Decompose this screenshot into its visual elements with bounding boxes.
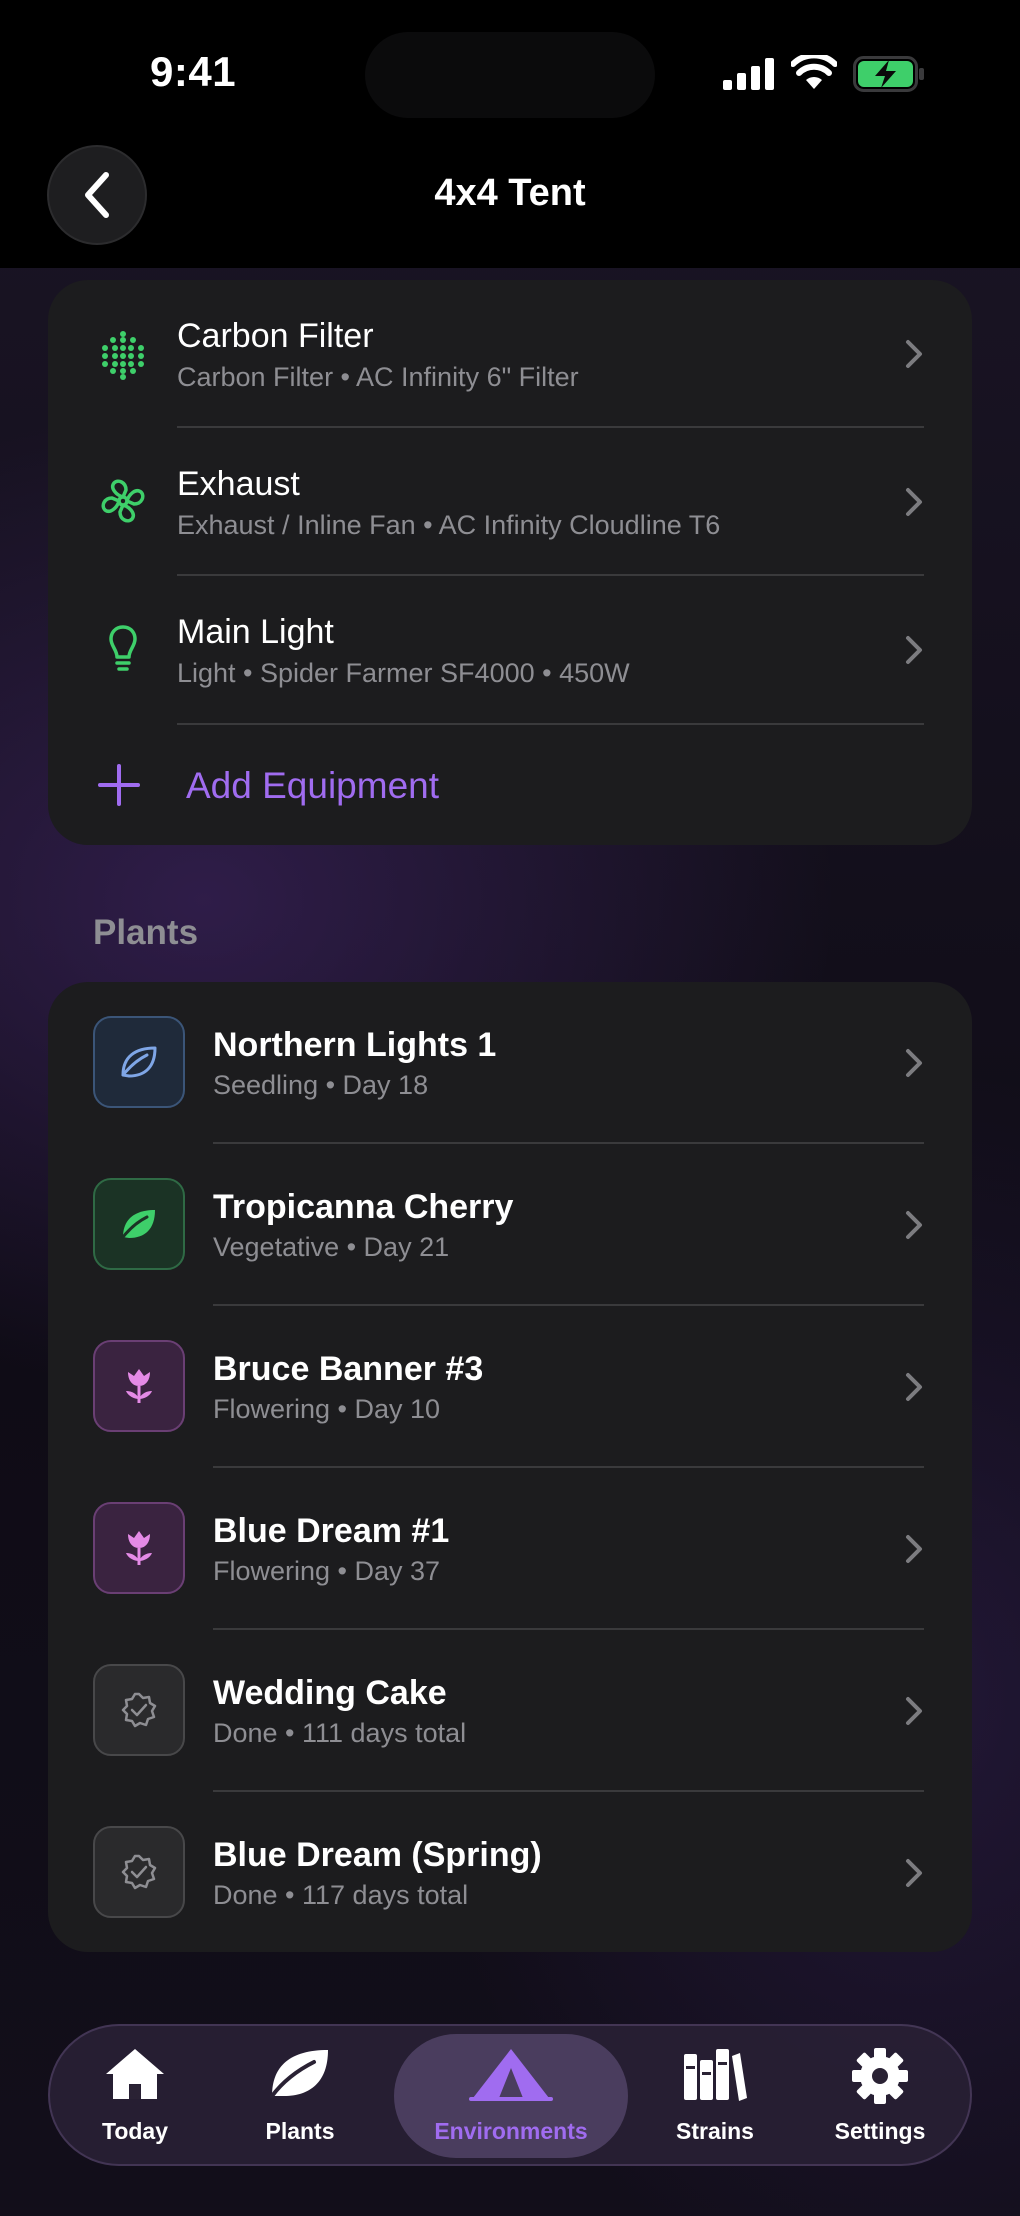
chevron-right-icon — [906, 1373, 922, 1401]
chevron-right-icon — [906, 1535, 922, 1563]
plant-row[interactable]: Tropicanna Cherry Vegetative • Day 21 — [48, 1144, 972, 1306]
plants-card: Northern Lights 1 Seedling • Day 18 Trop… — [48, 982, 972, 1952]
plant-name: Blue Dream #1 — [213, 1512, 450, 1550]
plant-row[interactable]: Wedding Cake Done • 111 days total — [48, 1630, 972, 1792]
chevron-right-icon — [906, 488, 922, 516]
house-icon — [106, 2049, 164, 2099]
top-bar: 9:41 4x4 Tent — [0, 0, 1020, 268]
tab-strains[interactable]: Strains — [640, 2026, 790, 2164]
plant-name: Northern Lights 1 — [213, 1026, 497, 1064]
equipment-title: Exhaust — [177, 465, 300, 503]
tab-settings[interactable]: Settings — [795, 2026, 965, 2164]
carbon-filter-icon — [102, 331, 144, 380]
tent-icon — [469, 2049, 553, 2101]
equipment-row[interactable]: Exhaust Exhaust / Inline Fan • AC Infini… — [48, 428, 972, 576]
cellular-signal-icon — [723, 58, 774, 90]
plants-section-header: Plants — [93, 913, 199, 952]
flower-icon — [126, 1369, 152, 1403]
plus-icon — [98, 764, 140, 806]
plant-status: Seedling • Day 18 — [213, 1070, 429, 1100]
plant-status: Done • 111 days total — [213, 1718, 467, 1748]
plant-status: Vegetative • Day 21 — [213, 1232, 450, 1262]
fan-icon — [101, 479, 145, 523]
plant-stage-tile — [93, 1178, 185, 1270]
plant-stage-tile — [93, 1664, 185, 1756]
plant-name: Blue Dream (Spring) — [213, 1836, 542, 1874]
status-time: 9:41 — [150, 48, 237, 95]
equipment-subtitle: Carbon Filter • AC Infinity 6" Filter — [177, 362, 579, 392]
chevron-right-icon — [906, 636, 922, 664]
lightbulb-icon — [109, 625, 137, 671]
plant-name: Bruce Banner #3 — [213, 1350, 484, 1388]
tab-plants[interactable]: Plants — [215, 2026, 385, 2164]
check-seal-icon — [121, 1854, 157, 1890]
add-equipment-button[interactable]: Add Equipment — [48, 735, 972, 835]
leaf-icon — [121, 1210, 155, 1239]
plant-name: Wedding Cake — [213, 1674, 447, 1712]
chevron-right-icon — [906, 1697, 922, 1725]
plant-row[interactable]: Blue Dream #1 Flowering • Day 37 — [48, 1468, 972, 1630]
plant-row[interactable]: Blue Dream (Spring) Done • 117 days tota… — [48, 1792, 972, 1952]
plant-row[interactable]: Northern Lights 1 Seedling • Day 18 — [48, 982, 972, 1144]
equipment-title: Carbon Filter — [177, 317, 374, 355]
plant-stage-tile — [93, 1826, 185, 1918]
leaf-icon — [270, 2050, 328, 2098]
tab-label: Environments — [434, 2118, 588, 2144]
chevron-right-icon — [906, 1211, 922, 1239]
tab-label: Today — [101, 2118, 169, 2144]
plant-row[interactable]: Bruce Banner #3 Flowering • Day 10 — [48, 1306, 972, 1468]
divider — [177, 723, 924, 725]
tab-environments[interactable]: Environments — [394, 2026, 628, 2164]
tab-label: Strains — [676, 2118, 754, 2144]
add-equipment-label: Add Equipment — [186, 765, 440, 806]
chevron-right-icon — [906, 340, 922, 368]
equipment-row[interactable]: Main Light Light • Spider Farmer SF4000 … — [48, 576, 972, 724]
dynamic-island — [365, 32, 655, 118]
plant-stage-tile — [93, 1502, 185, 1594]
plant-name: Tropicanna Cherry — [213, 1188, 514, 1226]
leaf-outline-icon — [121, 1046, 157, 1078]
battery-charging-icon — [853, 56, 924, 92]
plant-status: Flowering • Day 37 — [213, 1556, 441, 1586]
chevron-right-icon — [906, 1049, 922, 1077]
page-title: 4x4 Tent — [434, 172, 586, 214]
plant-stage-tile — [93, 1340, 185, 1432]
equipment-subtitle: Exhaust / Inline Fan • AC Infinity Cloud… — [177, 510, 721, 540]
chevron-right-icon — [906, 1859, 922, 1887]
books-icon — [684, 2049, 747, 2101]
tab-bar: Today Plants Environments Strains Settin… — [48, 2024, 972, 2166]
tab-label: Settings — [834, 2118, 926, 2144]
tab-label: Plants — [265, 2118, 335, 2144]
flower-icon — [126, 1531, 152, 1565]
equipment-card: Carbon Filter Carbon Filter • AC Infinit… — [48, 280, 972, 845]
equipment-title: Main Light — [177, 613, 334, 651]
equipment-row[interactable]: Carbon Filter Carbon Filter • AC Infinit… — [48, 280, 972, 428]
tab-today[interactable]: Today — [60, 2026, 210, 2164]
plant-status: Flowering • Day 10 — [213, 1394, 441, 1424]
plant-status: Done • 117 days total — [213, 1880, 469, 1910]
equipment-subtitle: Light • Spider Farmer SF4000 • 450W — [177, 658, 630, 688]
plant-stage-tile — [93, 1016, 185, 1108]
check-seal-icon — [121, 1692, 157, 1728]
gear-icon — [852, 2048, 908, 2104]
wifi-icon — [791, 55, 837, 89]
